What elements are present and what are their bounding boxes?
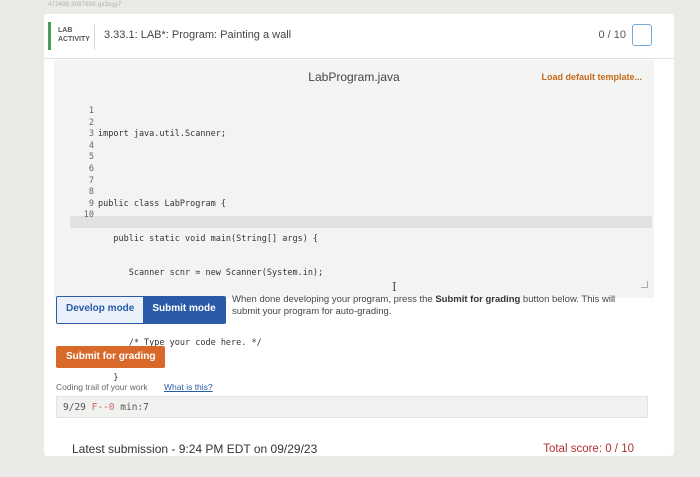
code-line[interactable]: public static void main(String[] args) { <box>98 234 323 246</box>
badge-line-lab: LAB <box>58 27 73 34</box>
trail-mark: F--0 <box>91 402 115 413</box>
load-default-template-link[interactable]: Load default template... <box>541 72 642 82</box>
activity-title: 3.33.1: LAB*: Program: Painting a wall <box>104 29 292 41</box>
what-is-this-link[interactable]: What is this? <box>164 382 213 392</box>
submit-for-grading-button[interactable]: Submit for grading <box>56 346 166 368</box>
develop-mode-button[interactable]: Develop mode <box>57 297 144 323</box>
line-number: 2 <box>88 117 94 128</box>
text-cursor-icon: I <box>392 280 397 294</box>
code-lines[interactable]: import java.util.Scanner; public class L… <box>98 106 323 477</box>
line-number: 3 <box>88 129 94 140</box>
line-number-gutter: 1 2 3 4 5 6 7 8 9 10 <box>70 106 94 222</box>
coding-trail-box: 9/29 F--0 min:7 <box>56 396 648 418</box>
activity-score: 0 / 10 <box>598 29 626 41</box>
top-id-text: 472498.3087608.qx3zqy7 <box>48 2 122 8</box>
accent-bar <box>48 22 51 50</box>
editor-panel: LabProgram.java Load default template...… <box>54 60 654 417</box>
line-number: 5 <box>88 152 94 163</box>
code-line[interactable]: import java.util.Scanner; <box>98 129 323 141</box>
code-line[interactable] <box>98 164 323 176</box>
activity-badge: LAB ACTIVITY <box>58 26 92 48</box>
coding-trail-label: Coding trail of your work <box>56 382 148 392</box>
lab-activity-card: LAB ACTIVITY 3.33.1: LAB*: Program: Pain… <box>44 14 674 456</box>
submit-mode-button[interactable]: Submit mode <box>143 297 225 323</box>
score-box-icon <box>632 24 652 46</box>
line-number: 4 <box>88 140 94 151</box>
line-number: 6 <box>88 163 94 174</box>
line-number: 8 <box>88 187 94 198</box>
line-number: 7 <box>88 175 94 186</box>
badge-line-activity: ACTIVITY <box>58 36 90 43</box>
code-line[interactable]: Scanner scnr = new Scanner(System.in); <box>98 268 323 280</box>
line-number: 9 <box>88 198 94 209</box>
mode-description: When done developing your program, press… <box>232 294 642 318</box>
line-number: 10 <box>83 210 94 221</box>
code-line[interactable]: public class LabProgram { <box>98 199 323 211</box>
trail-date: 9/29 <box>63 402 86 413</box>
total-score: Total score: 0 / 10 <box>543 443 634 455</box>
mode-desc-before: When done developing your program, press… <box>232 294 436 305</box>
resize-handle-icon[interactable] <box>641 281 648 288</box>
code-editor[interactable]: 1 2 3 4 5 6 7 8 9 10 import java.util.Sc… <box>70 96 652 417</box>
mode-desc-bold: Submit for grading <box>435 294 521 305</box>
trail-rest: min:7 <box>120 402 149 413</box>
header-divider <box>94 24 95 50</box>
latest-submission: Latest submission - 9:24 PM EDT on 09/29… <box>72 442 318 456</box>
mode-toggle: Develop mode Submit mode <box>56 296 226 324</box>
activity-header: LAB ACTIVITY 3.33.1: LAB*: Program: Pain… <box>44 14 674 59</box>
line-number: 1 <box>88 106 94 116</box>
